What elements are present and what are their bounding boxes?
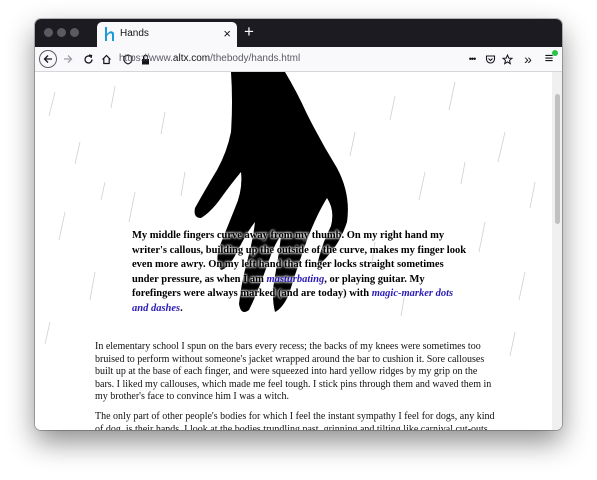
masturbating-link[interactable]: masturbating bbox=[266, 274, 324, 285]
minimize-window-button[interactable] bbox=[57, 28, 66, 37]
site-favicon-icon bbox=[105, 27, 114, 41]
page-actions-button[interactable]: ••• bbox=[463, 50, 481, 68]
star-icon bbox=[501, 53, 513, 65]
tab-bar: Hands × + bbox=[35, 19, 562, 47]
app-menu-button[interactable]: ≡ bbox=[540, 50, 558, 68]
close-window-button[interactable] bbox=[44, 28, 53, 37]
url-path: /thebody/hands.html bbox=[210, 53, 301, 64]
hand-caption: My middle fingers curve away from my thu… bbox=[132, 229, 467, 316]
forward-arrow-icon bbox=[64, 55, 73, 63]
back-arrow-icon bbox=[43, 55, 52, 63]
tab-title: Hands bbox=[120, 28, 149, 39]
home-icon bbox=[101, 54, 111, 64]
forward-button[interactable] bbox=[59, 50, 77, 68]
reload-icon bbox=[83, 53, 93, 64]
url-field[interactable]: https://www.altx.com/thebody/hands.html bbox=[119, 53, 300, 64]
pocket-icon bbox=[485, 54, 495, 64]
pocket-button[interactable] bbox=[481, 50, 499, 68]
url-domain: altx.com bbox=[172, 53, 211, 64]
paragraph-other-bodies: The only part of other people's bodies f… bbox=[95, 411, 495, 430]
home-button[interactable] bbox=[97, 50, 115, 68]
update-badge-icon bbox=[552, 50, 558, 56]
tab-hands[interactable]: Hands × bbox=[97, 22, 237, 47]
reload-button[interactable] bbox=[79, 50, 97, 68]
bookmark-button[interactable] bbox=[498, 50, 516, 68]
page-content: My middle fingers curve away from my thu… bbox=[35, 72, 552, 430]
browser-window: Hands × + ••• » ≡ https://www.altx.com/t… bbox=[35, 19, 562, 430]
url-prefix: https://www. bbox=[119, 53, 173, 64]
scrollbar-thumb[interactable] bbox=[555, 94, 560, 224]
tab-close-icon[interactable]: × bbox=[223, 26, 231, 41]
vertical-scrollbar[interactable] bbox=[552, 72, 562, 430]
maximize-window-button[interactable] bbox=[70, 28, 79, 37]
new-tab-button[interactable]: + bbox=[244, 23, 254, 41]
caption-text-3: . bbox=[180, 302, 183, 314]
back-button[interactable] bbox=[39, 50, 57, 68]
overflow-menu-button[interactable]: » bbox=[519, 50, 537, 68]
paragraph-elementary-school: In elementary school I spun on the bars … bbox=[95, 341, 492, 403]
